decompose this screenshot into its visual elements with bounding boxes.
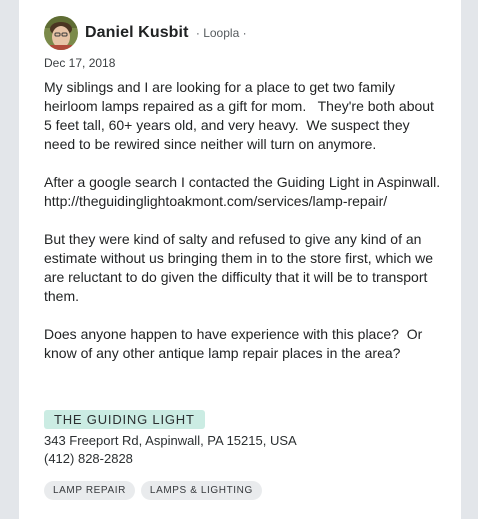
post-body: My siblings and I are looking for a plac… (44, 78, 444, 382)
place-details: 343 Freeport Rd, Aspinwall, PA 15215, US… (44, 432, 297, 468)
post-group: · Loopla · (192, 26, 250, 40)
avatar[interactable] (44, 16, 78, 50)
post-paragraph: Does anyone happen to have experience wi… (44, 326, 427, 361)
tag-chip[interactable]: LAMP REPAIR (44, 481, 135, 500)
post-paragraph: After a google search I contacted the Gu… (44, 174, 448, 209)
post-paragraph: But they were kind of salty and refused … (44, 231, 437, 304)
post-paragraph: My siblings and I are looking for a plac… (44, 79, 438, 152)
author-name[interactable]: Daniel Kusbit (85, 24, 189, 42)
place-phone[interactable]: (412) 828-2828 (44, 450, 297, 468)
post-header: Daniel Kusbit · Loopla · (44, 16, 250, 50)
post-card: Daniel Kusbit · Loopla · Dec 17, 2018 My… (19, 0, 461, 519)
post-date: Dec 17, 2018 (44, 56, 116, 70)
tag-chip[interactable]: LAMPS & LIGHTING (140, 481, 262, 500)
place-address: 343 Freeport Rd, Aspinwall, PA 15215, US… (44, 433, 297, 448)
place-name-tag[interactable]: THE GUIDING LIGHT (44, 410, 205, 429)
tag-list: LAMP REPAIR LAMPS & LIGHTING (44, 481, 262, 500)
